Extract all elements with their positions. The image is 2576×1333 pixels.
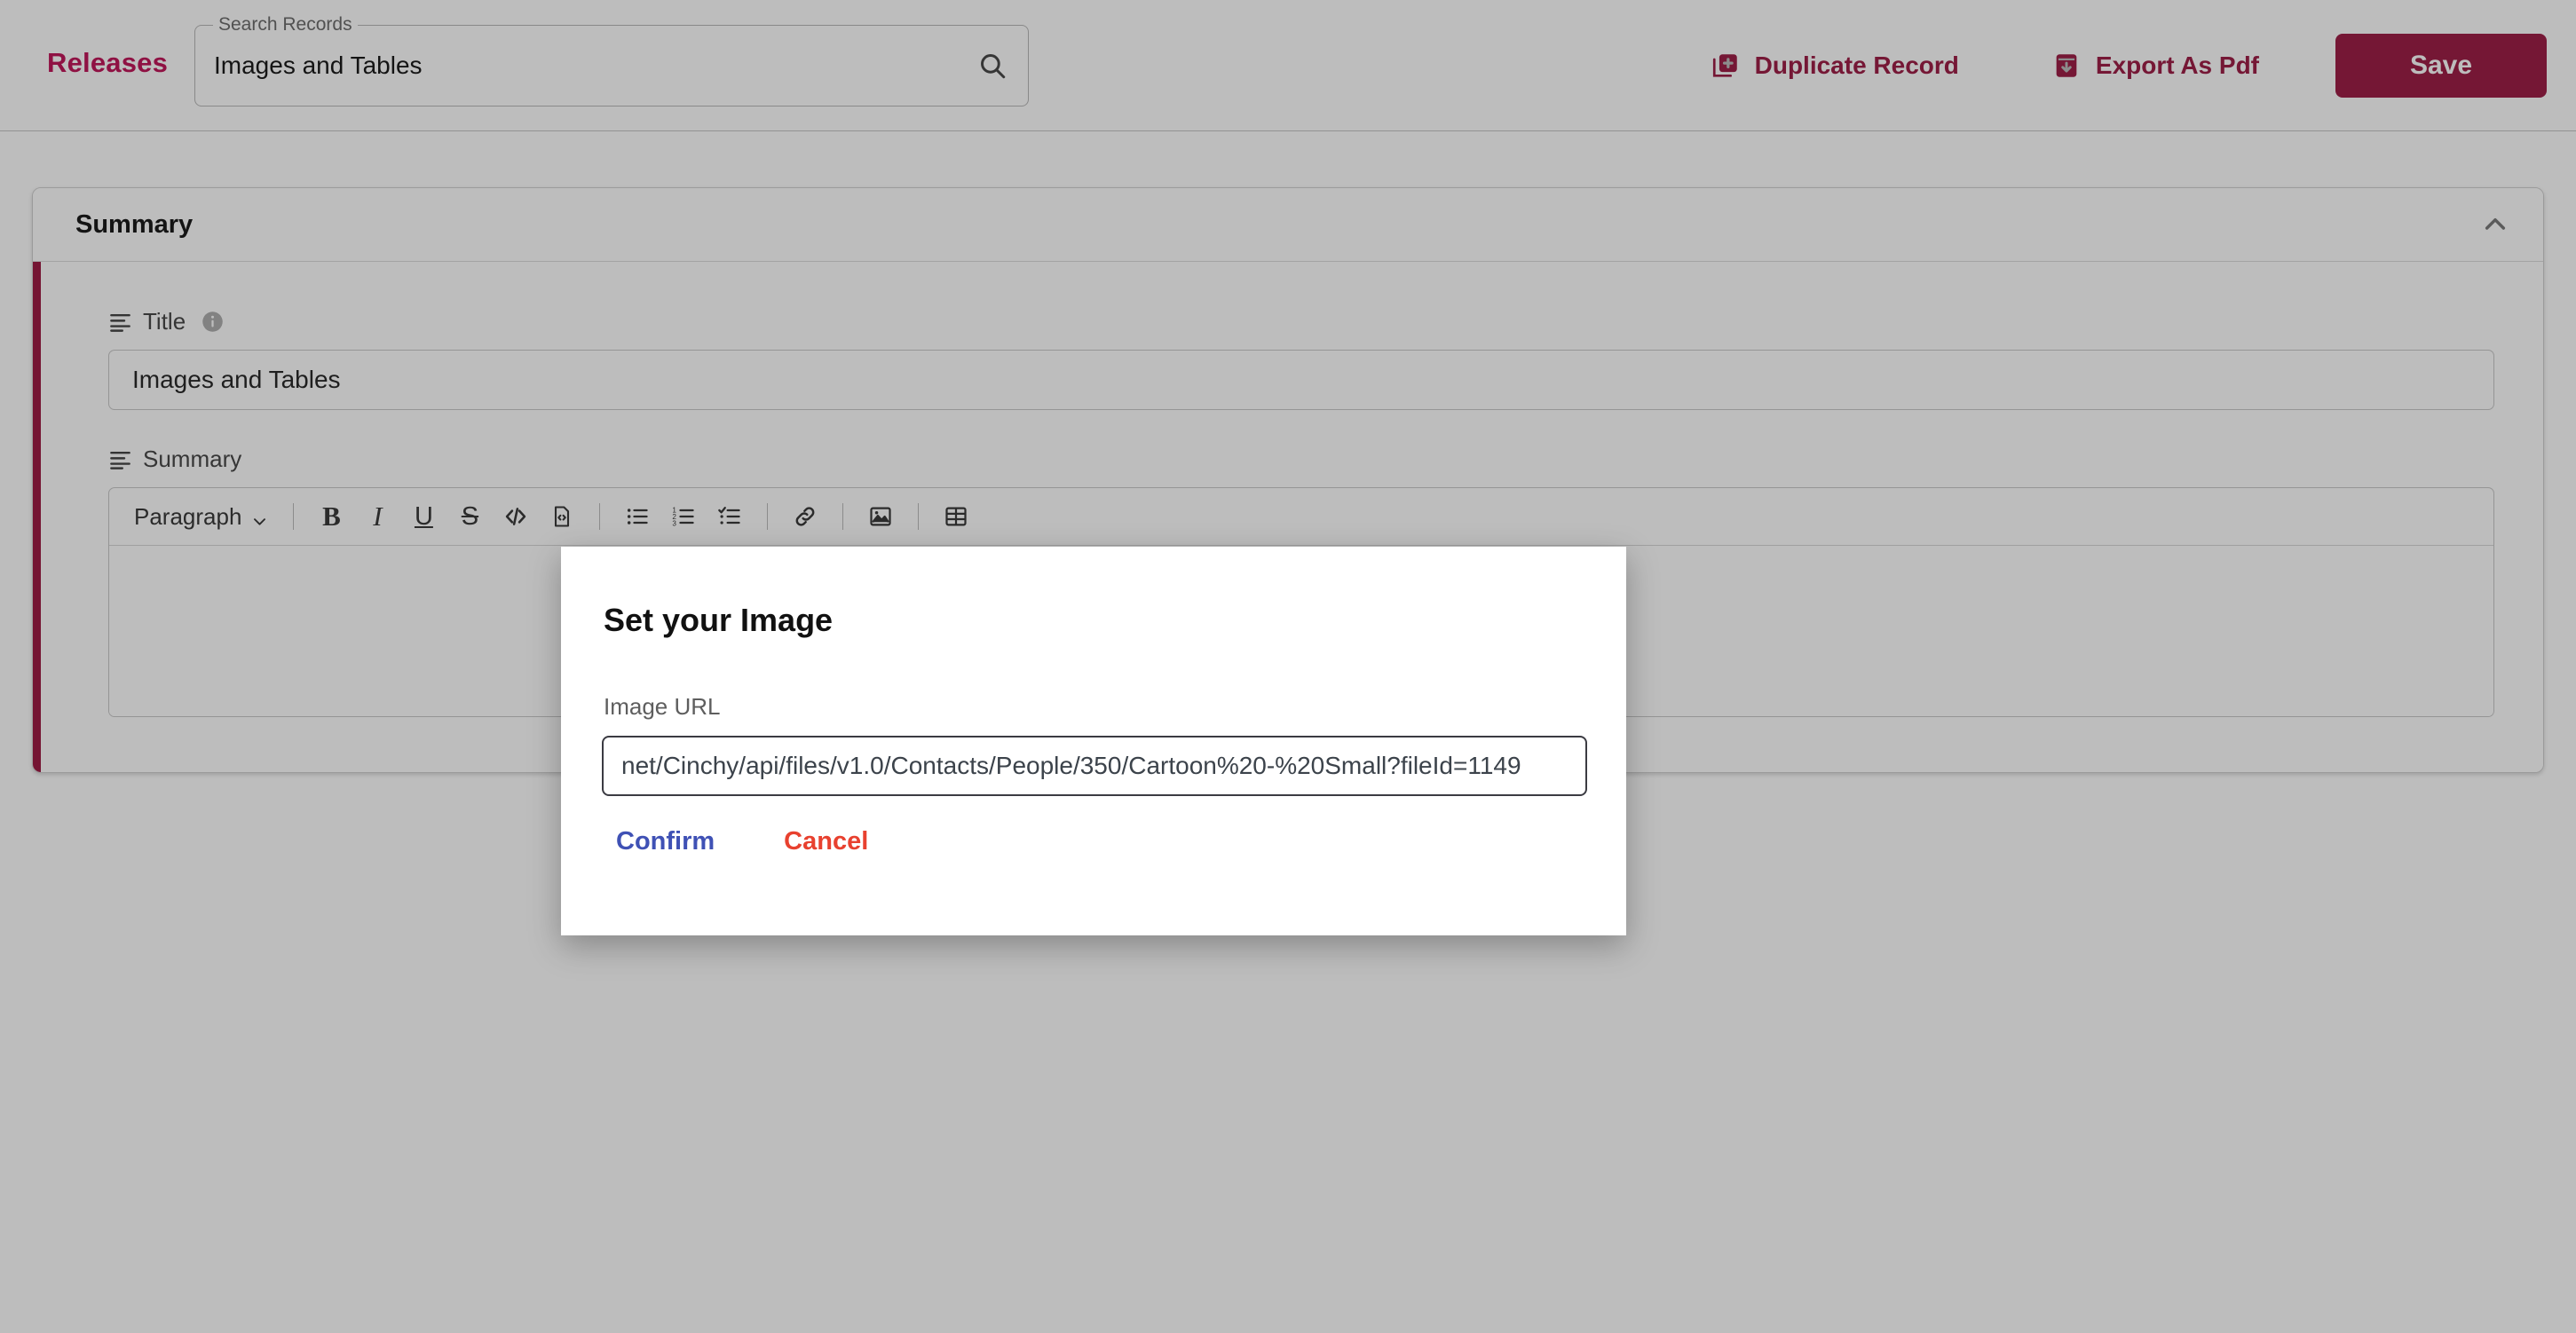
dialog-actions: Confirm Cancel — [604, 818, 881, 865]
image-url-label: Image URL — [604, 693, 721, 720]
set-image-dialog: Set your Image Image URL Confirm Cancel — [561, 547, 1626, 935]
image-url-input[interactable] — [602, 736, 1587, 796]
dialog-confirm-button[interactable]: Confirm — [604, 818, 727, 865]
dialog-cancel-button[interactable]: Cancel — [771, 818, 881, 865]
dialog-title: Set your Image — [604, 602, 834, 638]
